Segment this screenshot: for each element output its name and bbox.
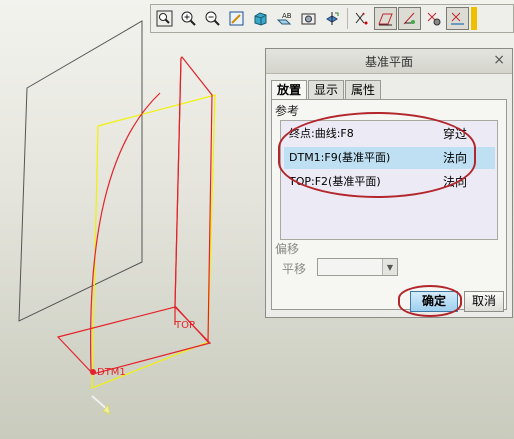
constraint-type[interactable]: 穿过: [443, 123, 495, 145]
translate-label: 平移: [282, 262, 307, 276]
reference-row[interactable]: TOP:F2(基准平面) 法向: [284, 171, 495, 193]
reference-name: 终点:曲线:F8: [289, 127, 354, 140]
dtm1-plane-label: DTM1: [97, 367, 126, 378]
datum-plane-dialog: 基准平面 × 放置 显示 属性 参考 终点:曲线:F8 穿过 DTM1:F9(基…: [265, 48, 513, 318]
dialog-tabs: 放置 显示 属性: [271, 80, 382, 100]
ok-button[interactable]: 确定: [410, 291, 458, 312]
datum-plane-outline: [18, 20, 143, 322]
translate-input[interactable]: ▼: [317, 258, 398, 276]
tab-properties[interactable]: 属性: [345, 80, 382, 99]
constraint-type[interactable]: 法向: [443, 171, 495, 193]
offset-label: 偏移: [275, 242, 300, 256]
tab-placement[interactable]: 放置: [271, 80, 308, 100]
cancel-button[interactable]: 取消: [464, 291, 504, 312]
csys-arrow-icon: [91, 395, 111, 415]
reference-row[interactable]: DTM1:F9(基准平面) 法向: [284, 147, 495, 169]
reference-row[interactable]: 终点:曲线:F8 穿过: [284, 123, 495, 145]
references-list[interactable]: 终点:曲线:F8 穿过 DTM1:F9(基准平面) 法向 TOP:F2(基准平面…: [280, 120, 498, 240]
placement-panel: 参考 终点:曲线:F8 穿过 DTM1:F9(基准平面) 法向 TOP:F2(基…: [271, 99, 507, 310]
chevron-down-icon[interactable]: ▼: [382, 259, 397, 275]
datum-point-icon: [90, 369, 96, 375]
references-label: 参考: [275, 104, 300, 118]
reference-name: TOP:F2(基准平面): [289, 175, 381, 188]
constraint-type[interactable]: 法向: [443, 147, 495, 169]
close-icon[interactable]: ×: [493, 52, 505, 68]
reference-name: DTM1:F9(基准平面): [289, 151, 391, 164]
dialog-title: 基准平面: [364, 54, 413, 69]
new-datum-preview: [91, 94, 216, 389]
dialog-titlebar[interactable]: 基准平面 ×: [266, 49, 512, 74]
tab-display[interactable]: 显示: [308, 80, 345, 99]
top-plane-label: TOP: [175, 320, 196, 331]
